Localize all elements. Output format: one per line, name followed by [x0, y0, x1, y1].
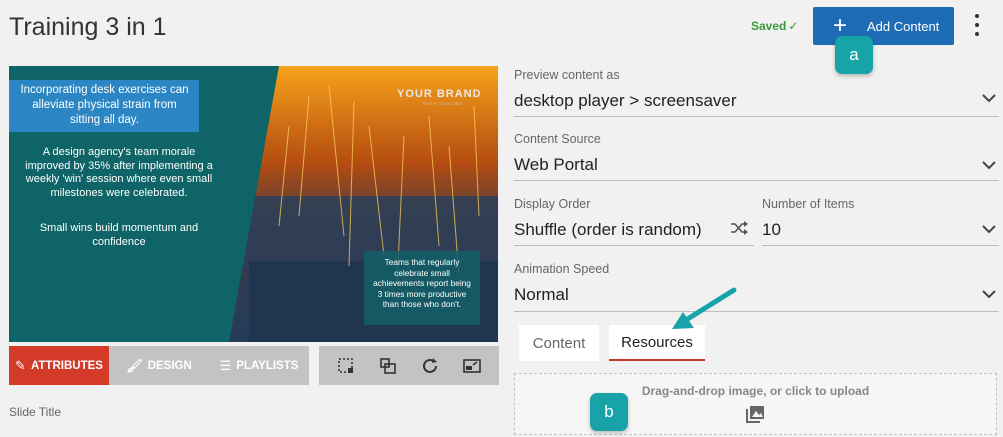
- chevron-down-icon[interactable]: [982, 289, 996, 299]
- slide-toolbar: [319, 346, 499, 385]
- dropzone-text: Drag-and-drop image, or click to upload: [641, 384, 870, 398]
- preview-brand-logo: YOUR BRAND: [397, 88, 482, 100]
- arrow-icon: [672, 287, 737, 329]
- add-content-label: Add Content: [867, 18, 940, 34]
- tab-attributes[interactable]: ✎ ATTRIBUTES: [9, 346, 109, 385]
- tab-design-label: DESIGN: [147, 359, 192, 372]
- tab-attributes-label: ATTRIBUTES: [30, 359, 103, 372]
- display-order-underline: [514, 245, 754, 246]
- animation-speed-value[interactable]: Normal: [514, 285, 999, 305]
- editor-tab-bar: ✎ ATTRIBUTES 🖌 DESIGN ☰ PLAYLISTS: [9, 346, 309, 385]
- number-of-items-label: Number of Items: [762, 197, 855, 211]
- chevron-down-icon[interactable]: [982, 93, 996, 103]
- add-content-button[interactable]: + Add Content: [813, 7, 954, 45]
- crop-icon[interactable]: [334, 354, 358, 378]
- animation-speed-field[interactable]: Animation Speed Normal: [514, 262, 999, 305]
- slide-preview[interactable]: Incorporating desk exercises can allevia…: [9, 66, 498, 342]
- preview-as-label: Preview content as: [514, 68, 620, 82]
- preview-as-underline: [514, 116, 999, 117]
- shuffle-icon[interactable]: [730, 220, 748, 236]
- check-icon: ✓: [788, 19, 799, 33]
- tab-playlists[interactable]: ☰ PLAYLISTS: [209, 346, 309, 385]
- layers-icon[interactable]: [376, 354, 400, 378]
- preview-brand-tagline: WITH TAGLINE: [423, 101, 464, 106]
- display-order-value[interactable]: Shuffle (order is random): [514, 220, 754, 240]
- content-source-label: Content Source: [514, 132, 601, 146]
- tab-content[interactable]: Content: [519, 325, 599, 361]
- image-upload-dropzone[interactable]: Drag-and-drop image, or click to upload: [514, 373, 997, 435]
- preview-as-field[interactable]: Preview content as desktop player > scre…: [514, 68, 999, 111]
- number-of-items-underline: [762, 245, 999, 246]
- slide-title-label: Slide Title: [9, 405, 62, 419]
- brush-icon: 🖌: [126, 357, 143, 373]
- image-icon: [746, 406, 764, 423]
- preview-stat-box: Teams that regularly celebrate small ach…: [364, 251, 480, 325]
- page-title: Training 3 in 1: [9, 13, 167, 41]
- saved-status: Saved ✓: [751, 19, 798, 33]
- preview-as-value[interactable]: desktop player > screensaver: [514, 91, 999, 111]
- saved-label: Saved: [751, 19, 787, 33]
- pencil-icon: ✎: [15, 357, 26, 373]
- display-order-label: Display Order: [514, 197, 591, 211]
- tab-playlists-label: PLAYLISTS: [236, 359, 299, 372]
- animation-speed-label: Animation Speed: [514, 262, 610, 276]
- refresh-icon[interactable]: [418, 354, 442, 378]
- content-source-field[interactable]: Content Source Web Portal: [514, 132, 999, 175]
- chevron-down-icon[interactable]: [982, 160, 996, 170]
- content-source-underline: [514, 180, 999, 181]
- preview-paragraph-1: A design agency's team morale improved b…: [25, 146, 213, 199]
- plus-icon: +: [833, 12, 848, 39]
- number-of-items-value[interactable]: 10: [762, 220, 998, 240]
- preview-banner-text: Incorporating desk exercises can allevia…: [9, 80, 199, 132]
- display-order-field[interactable]: Display Order Shuffle (order is random): [514, 197, 754, 240]
- number-of-items-field[interactable]: Number of Items 10: [762, 197, 998, 240]
- content-source-value[interactable]: Web Portal: [514, 155, 999, 175]
- list-icon: ☰: [219, 357, 232, 373]
- resize-icon[interactable]: [460, 354, 484, 378]
- callout-b: b: [590, 393, 628, 431]
- animation-speed-underline: [514, 311, 999, 312]
- chevron-down-icon[interactable]: [982, 224, 996, 234]
- tab-design[interactable]: 🖌 DESIGN: [109, 346, 209, 385]
- preview-paragraph-2: Small wins build momentum and confidence: [39, 222, 199, 248]
- kebab-icon[interactable]: [972, 14, 982, 36]
